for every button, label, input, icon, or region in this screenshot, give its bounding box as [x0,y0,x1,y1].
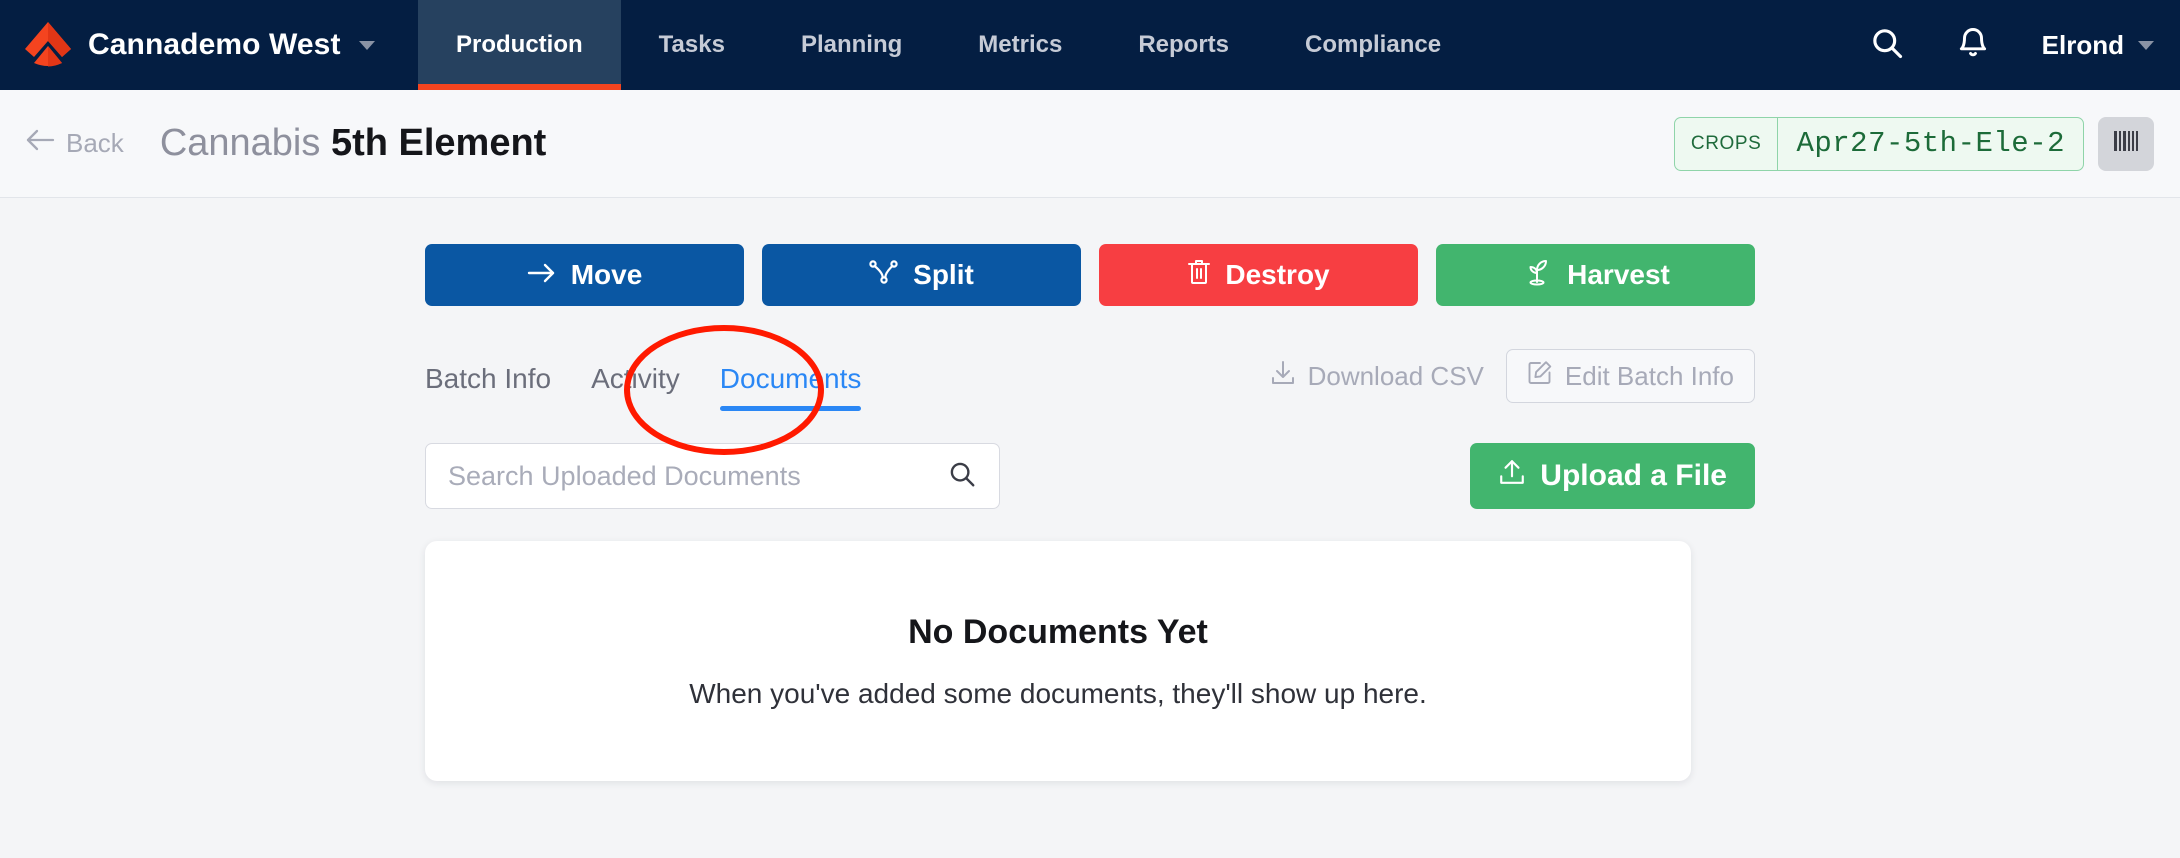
destroy-button[interactable]: Destroy [1099,244,1418,306]
nav-tab-label: Planning [800,31,903,58]
barcode-button[interactable] [2098,116,2154,171]
page-title: Cannabis 5th Element [160,122,547,165]
upload-file-label: Upload a File [1540,459,1727,492]
notifications-button[interactable] [1930,0,2016,90]
search-icon [1869,25,1905,66]
tab-label: Activity [591,363,680,394]
split-button[interactable]: Split [762,244,1081,306]
edit-pencil-icon [1527,360,1553,393]
nav-tab-tasks[interactable]: Tasks [621,0,763,90]
tab-label: Documents [719,363,862,394]
bell-icon [1956,25,1990,66]
nav-tab-planning[interactable]: Planning [763,0,940,90]
user-menu[interactable]: Elrond [2016,30,2154,61]
upload-file-button[interactable]: Upload a File [1470,443,1755,509]
move-button[interactable]: Move [425,244,744,306]
harvest-button-label: Harvest [1567,259,1670,290]
arrow-left-icon [24,128,56,159]
nav-tab-reports[interactable]: Reports [1100,0,1267,90]
chevron-down-icon [2138,40,2154,50]
arrow-right-icon [527,259,557,291]
trash-icon [1187,258,1211,293]
barcode-icon [2111,126,2141,161]
sprout-icon [1521,258,1553,293]
page-header: Back Cannabis 5th Element CROPS Apr27-5t… [0,90,2180,198]
split-button-label: Split [913,259,974,290]
harvest-button[interactable]: Harvest [1436,244,1755,306]
page-title-main: 5th Element [330,122,547,164]
search-icon[interactable] [947,459,977,494]
batch-action-buttons: Move Split Destroy Harvest [425,198,1755,306]
nav-right-cluster: Elrond [1844,0,2180,90]
primary-nav-tabs: Production Tasks Planning Metrics Report… [418,0,1479,90]
empty-state-title: No Documents Yet [908,612,1208,651]
nav-tab-production[interactable]: Production [418,0,621,90]
crop-tag-label: CROPS [1690,132,1762,154]
search-input[interactable] [448,460,947,492]
nav-tab-compliance[interactable]: Compliance [1267,0,1479,90]
split-branch-icon [869,259,899,292]
page-title-prefix: Cannabis [159,122,321,164]
edit-batch-info-label: Edit Batch Info [1564,360,1734,391]
documents-empty-state-card: No Documents Yet When you've added some … [425,541,1691,781]
org-name: Cannademo West [88,28,341,61]
main-content: Move Split Destroy Harvest Batch Info Ac… [0,198,2180,781]
nav-tab-label: Tasks [658,31,725,58]
edit-batch-info-button[interactable]: Edit Batch Info [1505,349,1755,403]
back-button[interactable]: Back [24,128,124,159]
destroy-button-label: Destroy [1225,259,1330,290]
nav-tab-label: Metrics [978,31,1063,58]
download-icon [1270,360,1296,393]
empty-state-subtitle: When you've added some documents, they'l… [689,677,1427,709]
search-button[interactable] [1844,0,1930,90]
nav-tab-metrics[interactable]: Metrics [940,0,1100,90]
nav-tab-label: Reports [1138,31,1230,58]
crop-tag-value: Apr27-5th-Ele-2 [1777,117,2083,170]
org-switcher[interactable]: Cannademo West [0,0,418,90]
tab-batch-info[interactable]: Batch Info [425,363,551,411]
page-header-right: CROPS Apr27-5th-Ele-2 [1673,116,2154,171]
move-button-label: Move [570,259,643,290]
search-documents-box[interactable] [425,443,1000,509]
download-csv-button[interactable]: Download CSV [1270,360,1484,393]
tab-documents[interactable]: Documents [719,363,862,411]
download-csv-label: Download CSV [1307,360,1484,391]
nav-tab-label: Compliance [1305,31,1442,58]
cannabis-chevron-logo-icon [22,19,74,71]
top-navigation-bar: Cannademo West Production Tasks Planning… [0,0,2180,90]
user-name: Elrond [2041,29,2124,60]
documents-toolbar: Upload a File [425,443,1755,509]
content-inner: Move Split Destroy Harvest Batch Info Ac… [425,198,1755,781]
detail-tab-bar: Batch Info Activity Documents Download C… [425,325,1755,455]
crop-tag-pill[interactable]: CROPS Apr27-5th-Ele-2 [1673,116,2084,171]
chevron-down-icon [358,40,375,50]
back-label: Back [66,128,124,158]
nav-tab-label: Production [456,31,583,58]
tab-bar-actions: Download CSV Edit Batch Info [1270,349,1755,411]
upload-icon [1498,458,1526,494]
tab-activity[interactable]: Activity [591,363,680,411]
tab-label: Batch Info [425,363,552,394]
